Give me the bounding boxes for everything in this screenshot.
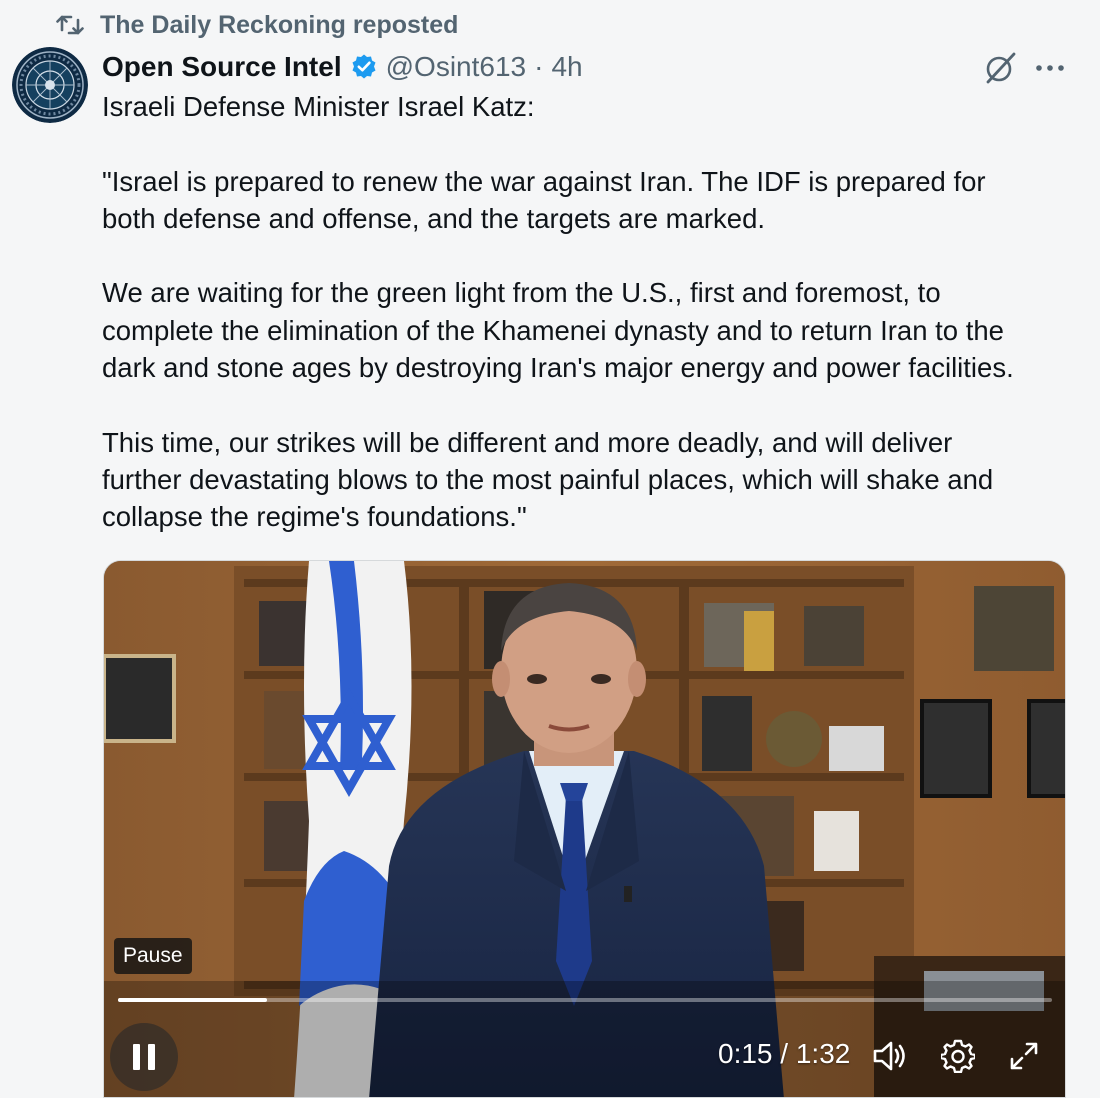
repost-icon [56,13,84,37]
tweet-line: collapse the regime's foundations." [102,501,527,533]
fullscreen-button[interactable] [1004,1036,1044,1076]
duration: 1:32 [795,1038,851,1069]
time-separator: / [780,1038,789,1069]
volume-icon [873,1041,905,1071]
meta-separator: · [534,51,544,82]
pause-button[interactable] [110,1023,178,1091]
tweet-line: dark and stone ages by destroying Iran's… [102,352,1014,384]
post-time[interactable]: 4h [551,51,582,83]
tweet-line: We are waiting for the green light from … [102,277,941,309]
more-options-button[interactable] [1032,48,1068,88]
repost-header[interactable]: The Daily Reckoning reposted [56,8,458,42]
tweet-line: both defense and offense, and the target… [102,202,766,234]
tweet-text: Israeli Defense Minister Israel Katz: "I… [102,88,1082,536]
verified-badge-icon[interactable] [350,53,378,81]
progress-fill [118,998,268,1002]
grok-icon [986,52,1016,84]
tweet-line: Israeli Defense Minister Israel Katz: [102,91,535,122]
repost-label: The Daily Reckoning reposted [100,10,459,39]
progress-bar[interactable] [118,998,1052,1002]
fullscreen-icon [1010,1042,1038,1070]
author-handle[interactable]: @Osint613 [386,51,527,83]
current-time: 0:15 [718,1038,773,1069]
author-avatar[interactable] [12,47,88,123]
settings-gear-icon [941,1039,975,1073]
pause-tooltip: Pause [114,938,192,974]
pause-icon [133,1044,155,1070]
settings-button[interactable] [938,1036,978,1076]
video-frame [104,561,1065,1097]
video-time: 0:15 / 1:32 [718,1038,850,1070]
tweet-line: complete the elimination of the Khamenei… [102,314,1004,346]
tweet-line: This time, our strikes will be different… [102,426,953,458]
more-horizontal-icon [1036,65,1064,71]
grok-button[interactable] [980,48,1020,88]
author-name[interactable]: Open Source Intel [102,51,342,83]
tweet-line: "Israel is prepared to renew the war aga… [102,165,986,197]
tweet-header: Open Source Intel @Osint613 · 4h [102,46,583,88]
volume-button[interactable] [870,1036,910,1076]
tweet-line: further devastating blows to the most pa… [102,463,994,495]
video-player[interactable]: Pause 0:15 / 1:32 [103,560,1066,1098]
osint-logo-avatar [12,47,88,123]
